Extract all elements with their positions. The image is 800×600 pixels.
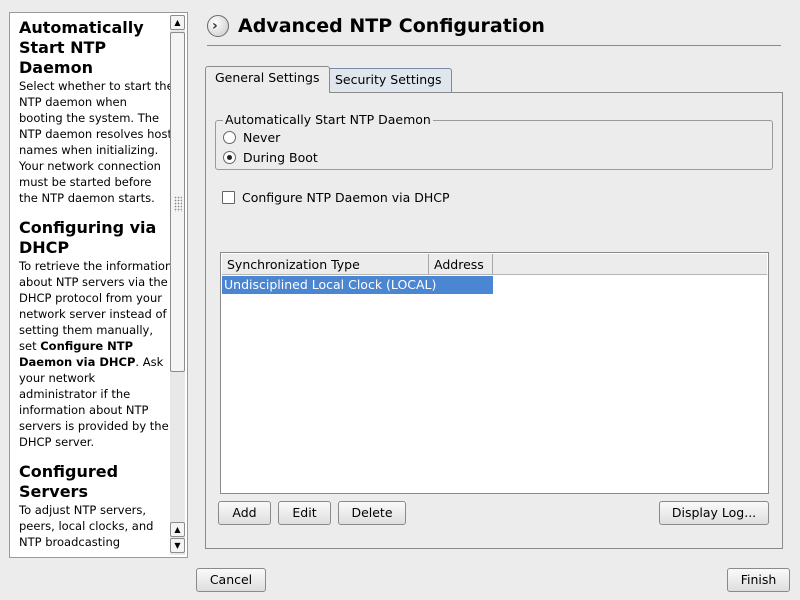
delete-button[interactable]: Delete <box>338 501 406 525</box>
scroll-down-button[interactable]: ▼ <box>170 538 185 553</box>
title-divider <box>207 45 781 46</box>
help-text-servers: To adjust NTP servers, peers, local cloc… <box>19 503 154 549</box>
dhcp-checkbox-label[interactable]: Configure NTP Daemon via DHCP <box>242 190 450 206</box>
cancel-button[interactable]: Cancel <box>196 568 266 592</box>
sync-table[interactable]: Synchronization Type Address Undisciplin… <box>220 252 769 494</box>
grip-icon <box>174 196 182 212</box>
table-cell-sync-type[interactable]: Undisciplined Local Clock (LOCAL) <box>224 276 436 294</box>
help-text-dhcp-post: . Ask your network administrator if the … <box>19 355 169 449</box>
help-text-autostart: Select whether to start the NTP daemon w… <box>19 79 174 205</box>
dhcp-checkbox[interactable] <box>222 191 235 204</box>
finish-button[interactable]: Finish <box>727 568 790 592</box>
radio-during-boot-label[interactable]: During Boot <box>243 150 318 166</box>
help-panel: Automatically Start NTP Daemon Select wh… <box>9 12 188 558</box>
scroll-thumb[interactable] <box>170 32 185 372</box>
help-heading-dhcp: Configuring via DHCP <box>19 218 157 257</box>
help-scrollbar[interactable]: ▲ ▲ ▼ <box>170 15 185 555</box>
radio-never-indicator[interactable] <box>223 131 236 144</box>
tab-general-settings[interactable]: General Settings <box>205 66 330 93</box>
edit-button[interactable]: Edit <box>278 501 331 525</box>
scroll-up-lower-button[interactable]: ▲ <box>170 522 185 537</box>
tab-security-settings[interactable]: Security Settings <box>325 68 452 92</box>
help-heading-autostart: Automatically Start NTP Daemon <box>19 18 144 77</box>
scroll-up-button[interactable]: ▲ <box>170 15 185 30</box>
column-header-sync-type[interactable]: Synchronization Type <box>222 254 429 275</box>
radio-never-label[interactable]: Never <box>243 130 280 146</box>
help-text-dhcp: To retrieve the information about NTP se… <box>19 258 174 450</box>
add-button[interactable]: Add <box>218 501 271 525</box>
radio-during-boot-indicator[interactable] <box>223 151 236 164</box>
display-log-button[interactable]: Display Log... <box>659 501 769 525</box>
help-heading-servers: Configured Servers <box>19 462 119 501</box>
help-content: Automatically Start NTP Daemon Select wh… <box>10 13 174 557</box>
column-header-address[interactable]: Address <box>429 254 493 275</box>
clock-icon: › <box>207 15 229 37</box>
page-title: Advanced NTP Configuration <box>238 15 545 37</box>
table-header: Synchronization Type Address <box>222 254 767 275</box>
autostart-group-legend: Automatically Start NTP Daemon <box>223 112 433 127</box>
table-row[interactable]: Undisciplined Local Clock (LOCAL) <box>222 276 493 294</box>
